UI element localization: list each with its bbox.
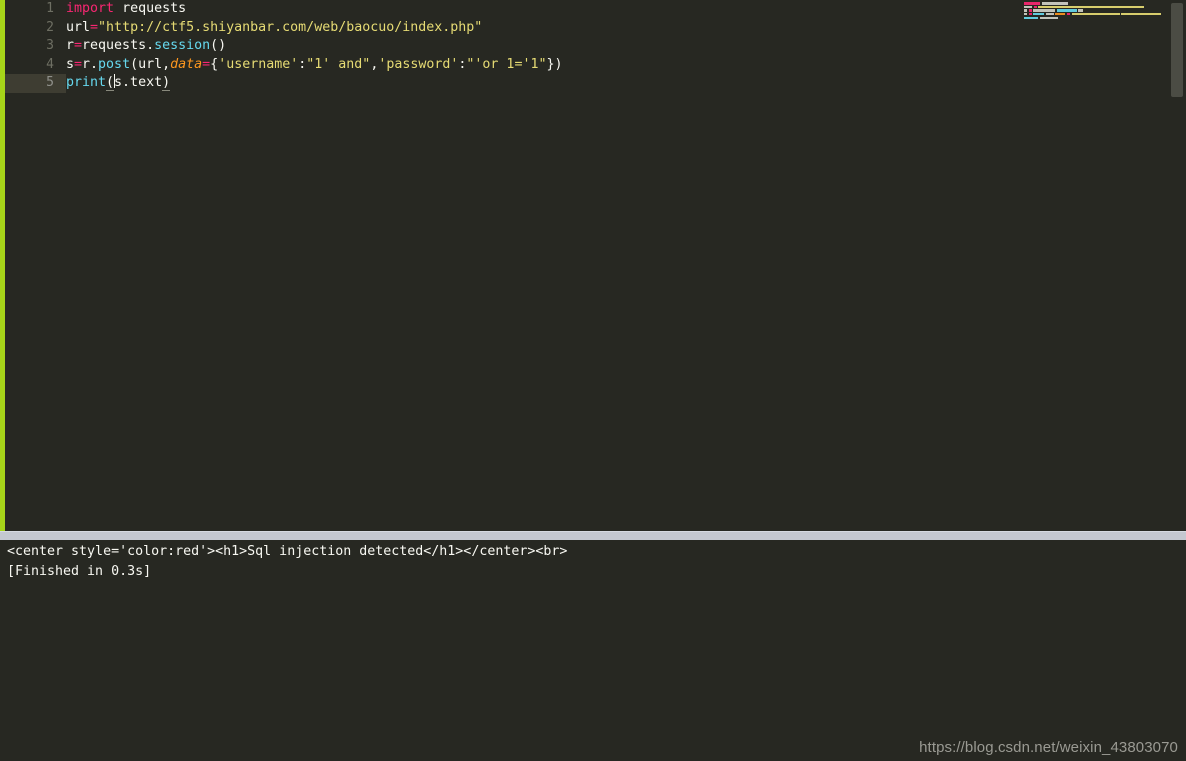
token-parameter: data xyxy=(170,56,203,72)
token-bracket: () xyxy=(210,38,227,54)
line-number: 4 xyxy=(46,56,54,72)
csdn-watermark: https://blog.csdn.net/weixin_43803070 xyxy=(919,739,1178,756)
pane-splitter[interactable] xyxy=(0,531,1186,540)
minimap-segment xyxy=(1056,9,1077,12)
token-operator: = xyxy=(202,56,211,72)
minimap-segment xyxy=(1028,9,1032,12)
minimap-segment xyxy=(1055,13,1066,16)
token-object: requests xyxy=(82,38,147,54)
line-number-gutter: 1 2 3 4 5 xyxy=(5,0,66,531)
minimap-segment xyxy=(1041,2,1068,5)
pane-splitter-grip xyxy=(0,531,1186,532)
token-string-value: "'or 1='1" xyxy=(466,56,547,72)
token-string-url: "http://ctf5.shiyanbar.com/web/baocuo/in… xyxy=(98,19,483,35)
line-number: 2 xyxy=(46,19,54,35)
minimap-segment xyxy=(1071,13,1120,16)
minimap-line xyxy=(1016,5,1164,9)
token-keyword: import xyxy=(66,1,115,16)
token-variable: url xyxy=(66,19,91,35)
minimap-segment xyxy=(1039,16,1058,20)
code-minimap[interactable] xyxy=(1016,0,1164,531)
minimap-segment xyxy=(1024,13,1027,16)
console-output-line: <center style='color:red'><h1>Sql inject… xyxy=(7,544,568,559)
minimap-segment xyxy=(1078,9,1084,12)
editor-vertical-scrollbar-track[interactable] xyxy=(1164,0,1186,531)
token-operator: = xyxy=(74,38,83,54)
build-output-console[interactable]: <center style='color:red'><h1>Sql inject… xyxy=(0,540,1186,761)
editor-vertical-scrollbar-thumb[interactable] xyxy=(1171,3,1183,97)
token-string-value: "1' and" xyxy=(306,56,371,72)
token-bracket: }) xyxy=(546,56,563,72)
minimap-segment xyxy=(1121,13,1162,16)
line-number: 3 xyxy=(46,38,54,54)
token-object: r. xyxy=(82,56,99,72)
minimap-segment xyxy=(1033,13,1045,16)
token-bracket-match-close: ) xyxy=(162,75,171,92)
sublime-text-window: 1 2 3 4 5 import requests url="http://ct… xyxy=(0,0,1186,761)
token-dot: . xyxy=(146,38,155,54)
token-operator: = xyxy=(90,19,99,35)
minimap-segment xyxy=(1024,2,1040,5)
token-module-name: requests xyxy=(122,1,187,16)
token-string-key: 'password' xyxy=(378,56,459,72)
line-number-active: 5 xyxy=(5,74,66,93)
token-function: print xyxy=(66,75,107,91)
minimap-line xyxy=(1016,2,1164,5)
code-editor-pane[interactable]: 1 2 3 4 5 import requests url="http://ct… xyxy=(0,0,1186,531)
token-variable: s xyxy=(66,56,75,72)
minimap-segment xyxy=(1024,5,1032,9)
token-string-key: 'username' xyxy=(218,56,299,72)
token-function: session xyxy=(154,38,211,54)
console-status-line: [Finished in 0.3s] xyxy=(7,563,152,579)
token-bracket: ( xyxy=(130,56,139,72)
token-function: post xyxy=(98,56,131,72)
minimap-line xyxy=(1016,16,1164,20)
token-operator: = xyxy=(74,56,83,72)
minimap-segment xyxy=(1045,13,1054,16)
minimap-segment xyxy=(1038,5,1145,9)
minimap-segment xyxy=(1024,9,1027,12)
token-variable: r xyxy=(66,38,75,54)
minimap-segment xyxy=(1024,16,1038,20)
line-number: 1 xyxy=(46,1,54,16)
minimap-segment xyxy=(1066,13,1070,16)
token-argument: url, xyxy=(138,56,171,72)
minimap-line xyxy=(1016,13,1164,16)
minimap-line xyxy=(1016,9,1164,12)
minimap-segment xyxy=(1033,9,1056,12)
token-attribute: s.text xyxy=(114,75,163,91)
token-brace: { xyxy=(210,56,219,72)
minimap-segment xyxy=(1033,5,1037,9)
minimap-segment xyxy=(1028,13,1032,16)
